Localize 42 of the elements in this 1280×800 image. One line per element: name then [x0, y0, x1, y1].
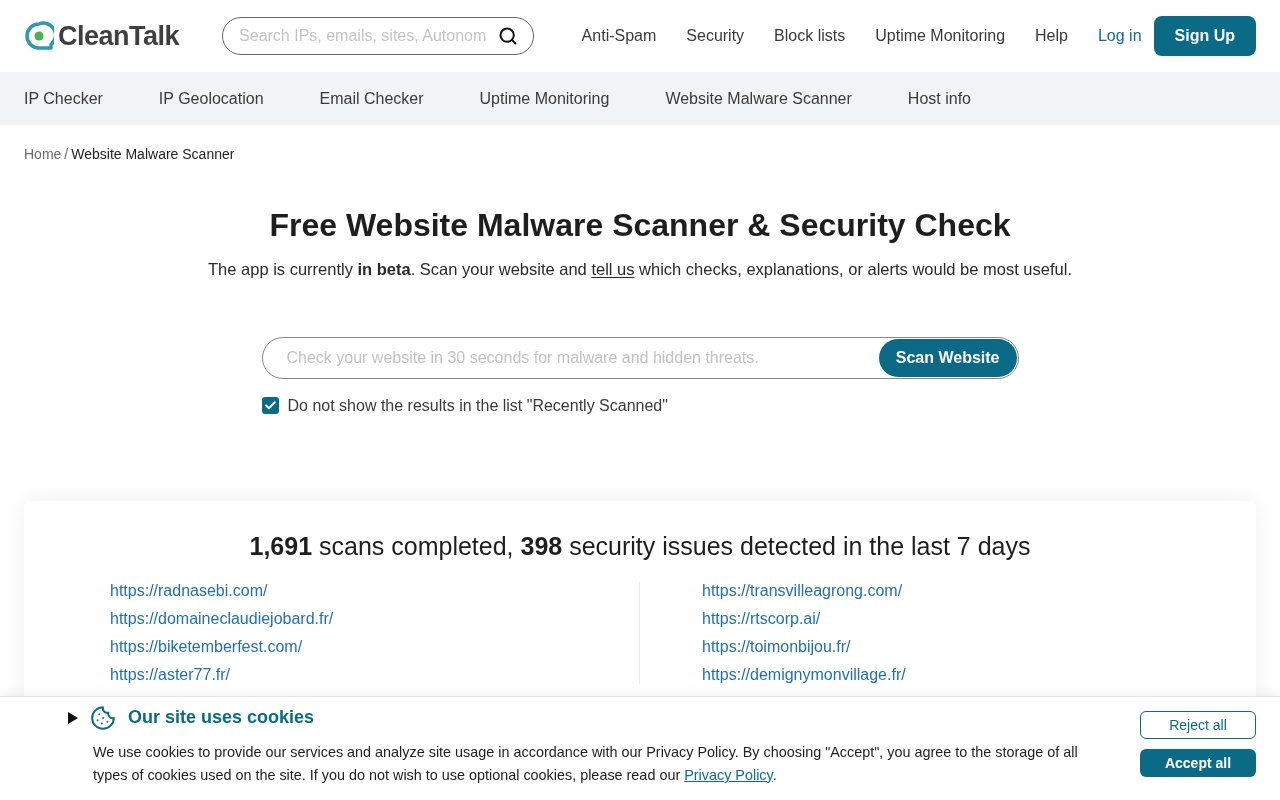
stats-heading: 1,691 scans completed, 398 security issues detected in the last 7 days — [248, 530, 1032, 562]
scanned-site-link[interactable]: https://radnasebi.com/ — [110, 582, 268, 601]
caret-right-icon[interactable] — [68, 711, 78, 724]
login-link[interactable]: Log in — [1097, 24, 1142, 48]
subtitle: The app is currently in beta. Scan your website and tell us which checks, explanations, or alerts would be most useful. — [207, 259, 1073, 280]
privacy-policy-link[interactable]: Privacy Policy — [684, 767, 773, 783]
tool-nav-link[interactable]: Website Malware Scanner — [665, 86, 852, 111]
search-icon[interactable] — [498, 26, 519, 46]
cookie-icon — [90, 704, 116, 731]
cookie-notice-text: We use cookies to provide our services and analyze site usage in accordance with our Privacy Policy. By choosing "Accept", you agree to the storage of all types of cookies used on the site. If you do not wish to use optional cookies, please read our Privacy Policy. — [93, 743, 1079, 785]
logo-wordmark[interactable]: CleanTalk — [58, 15, 180, 57]
checkbox[interactable] — [261, 397, 279, 415]
tool-nav-link[interactable]: IP Geolocation — [158, 86, 264, 111]
reject-all-button[interactable]: Reject all — [1140, 711, 1256, 739]
scanned-site-link[interactable]: https://domaineclaudiejobard.fr/ — [110, 610, 334, 629]
breadcrumb-home-link[interactable]: Home — [24, 144, 62, 165]
scanned-site-link[interactable]: https://transvilleagrong.com/ — [702, 582, 903, 601]
signup-button[interactable]: Sign Up — [1153, 16, 1256, 56]
nav-link[interactable]: Block lists — [774, 24, 846, 48]
cookie-banner-title: Our site uses cookies — [128, 706, 315, 729]
tool-nav-link[interactable]: Uptime Monitoring — [479, 86, 610, 111]
tell-us-link[interactable]: tell us — [591, 260, 635, 278]
nav-link[interactable]: Uptime Monitoring — [875, 24, 1006, 48]
scan-website-button[interactable]: Scan Website — [878, 338, 1017, 377]
scanned-site-link[interactable]: https://rtscorp.ai/ — [702, 610, 821, 629]
accept-all-button[interactable]: Accept all — [1140, 749, 1256, 777]
tool-nav-link[interactable]: Host info — [907, 86, 971, 111]
scanned-site-link[interactable]: https://demignymonvillage.fr/ — [702, 666, 906, 685]
checkbox-label: Do not show the results in the list "Recently Scanned" — [287, 395, 668, 416]
scanned-site-link[interactable]: https://aster77.fr/ — [110, 666, 231, 685]
scanned-site-link[interactable]: https://biketemberfest.com/ — [110, 638, 303, 657]
nav-link[interactable]: Anti-Spam — [581, 24, 657, 48]
chat-bubble-logo-icon — [24, 21, 54, 51]
tool-nav-link[interactable]: Email Checker — [319, 86, 424, 111]
nav-link[interactable]: Security — [686, 24, 745, 48]
scanned-site-link[interactable]: https://toimonbijou.fr/ — [702, 638, 851, 657]
breadcrumb-separator: / — [64, 145, 69, 164]
search-field[interactable]: Search IPs, emails, sites, Autonom — [222, 17, 535, 55]
breadcrumb-current: Website Malware Scanner — [71, 145, 235, 164]
page-title: Free Website Malware Scanner & Security Check — [268, 206, 1012, 245]
tool-nav-link[interactable]: IP Checker — [24, 86, 103, 111]
nav-link[interactable]: Help — [1035, 24, 1068, 48]
